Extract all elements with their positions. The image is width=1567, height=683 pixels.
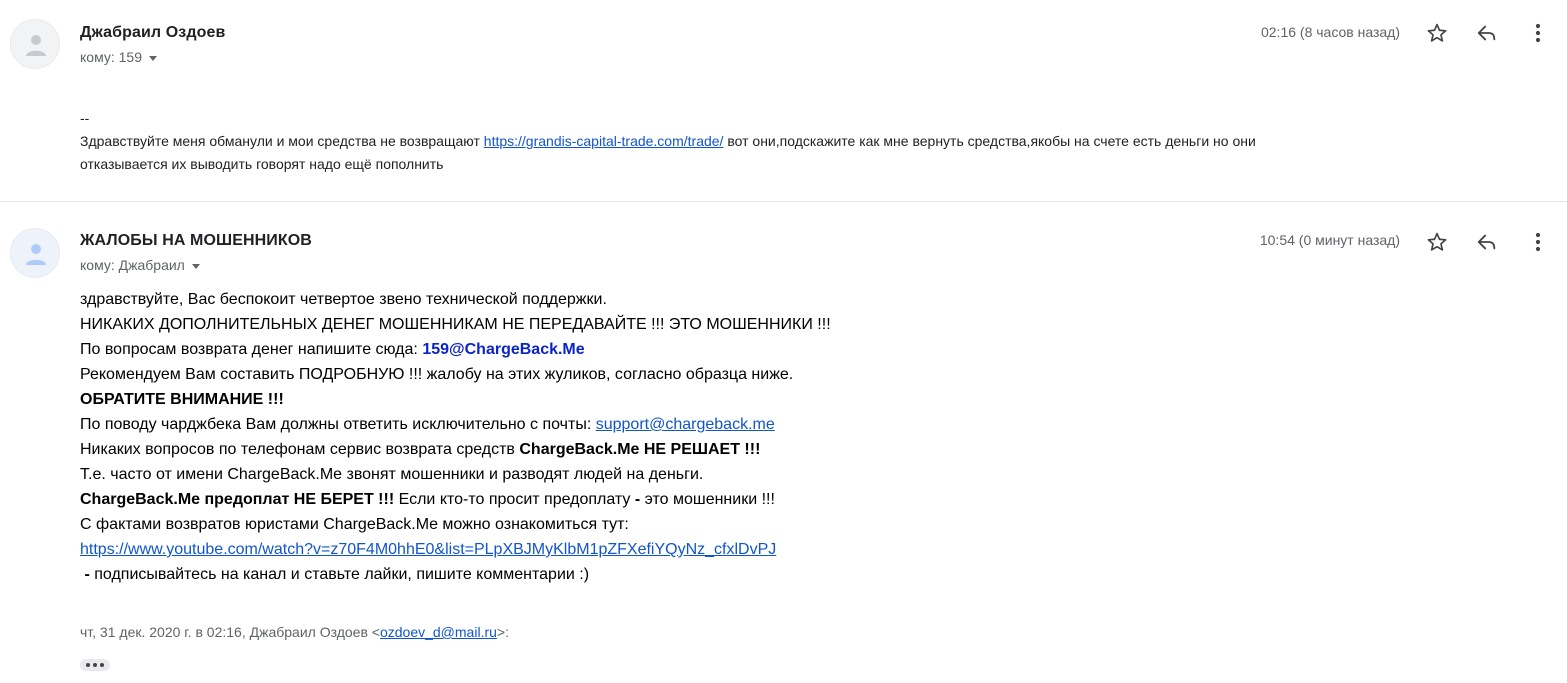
more-vert-icon — [1535, 23, 1541, 43]
contact-email[interactable]: 159@ChargeBack.Me — [422, 341, 584, 358]
recipient-label: кому: 159 — [80, 49, 142, 65]
recipient-details-toggle[interactable]: кому: Джабраил — [80, 257, 200, 273]
body-link[interactable]: https://grandis-capital-trade.com/trade/ — [484, 133, 724, 149]
support-email-link[interactable]: support@chargeback.me — [596, 416, 775, 433]
body-line: - подписывайтесь на канал и ставьте лайк… — [80, 562, 1080, 587]
show-trimmed-content-button[interactable] — [80, 659, 110, 671]
youtube-link[interactable]: https://www.youtube.com/watch?v=z70F4M0h… — [80, 541, 776, 558]
body-line: Т.е. часто от имени ChargeBack.Me звонят… — [80, 466, 704, 483]
body-line: Никаких вопросов по телефонам сервис воз… — [80, 437, 1080, 462]
chevron-down-icon[interactable] — [149, 55, 157, 61]
body-line: ОБРАТИТЕ ВНИМАНИЕ !!! — [80, 387, 1080, 412]
reply-button[interactable] — [1475, 230, 1499, 254]
person-avatar-icon — [26, 35, 46, 56]
body-line: ChargeBack.Me предоплат НЕ БЕРЕТ !!! Есл… — [80, 487, 1080, 512]
message-timestamp: 10:54 (0 минут назад) — [1259, 232, 1400, 248]
message-body: здравствуйте, Вас беспокоит четвертое зв… — [80, 287, 1080, 587]
more-options-button[interactable] — [1526, 230, 1550, 254]
body-line: Здравствуйте меня обманули и мои средств… — [80, 130, 1500, 153]
ellipsis-dot-icon — [86, 663, 90, 667]
chevron-down-icon[interactable] — [191, 263, 200, 269]
sender-name: Джабраил Оздоев — [80, 24, 226, 41]
body-text: подписывайтесь на канал и ставьте лайки,… — [89, 566, 590, 583]
body-text: По поводу чарджбека Вам должны ответить … — [80, 416, 596, 433]
body-text: Здравствуйте меня обманули и мои средств… — [80, 133, 484, 149]
email-message: Джабраил Оздоев кому: 159 02:16 (8 часов… — [0, 0, 1567, 202]
sender-avatar[interactable] — [10, 228, 60, 278]
quote-suffix: >: — [496, 624, 509, 640]
recipient-label: кому: Джабраил — [80, 257, 185, 273]
ellipsis-dot-icon — [93, 663, 97, 667]
ellipsis-dot-icon — [100, 663, 104, 667]
recipient-details-toggle[interactable]: кому: 159 — [80, 49, 157, 65]
body-line: По вопросам возврата денег напишите сюда… — [80, 337, 1080, 362]
more-options-button[interactable] — [1526, 21, 1550, 45]
body-text: По вопросам возврата денег напишите сюда… — [80, 341, 423, 358]
star-outline-icon — [1427, 232, 1447, 251]
reply-icon — [1477, 234, 1496, 250]
message-body: -- Здравствуйте меня обманули и мои сред… — [80, 107, 1500, 176]
body-text: это мошенники !!! — [640, 491, 775, 508]
body-line: https://www.youtube.com/watch?v=z70F4M0h… — [80, 537, 1080, 562]
body-line: отказывается их выводить говорят надо ещ… — [80, 156, 444, 172]
signature-dash: -- — [80, 110, 90, 126]
reply-icon — [1477, 25, 1496, 41]
reply-button[interactable] — [1475, 21, 1499, 45]
body-line: Рекомендуем Вам составить ПОДРОБНУЮ !!! … — [80, 366, 794, 383]
body-line: По поводу чарджбека Вам должны ответить … — [80, 412, 1080, 437]
body-bold-text: ChargeBack.Me предоплат НЕ БЕРЕТ !!! — [80, 491, 395, 508]
body-line: С фактами возвратов юристами ChargeBack.… — [80, 516, 629, 533]
more-vert-icon — [1535, 232, 1541, 252]
star-button[interactable] — [1425, 230, 1449, 254]
email-message: ЖАЛОБЫ НА МОШЕННИКОВ кому: Джабраил 10:5… — [0, 203, 1567, 683]
sender-avatar[interactable] — [10, 19, 60, 69]
quoted-sender-email-link[interactable]: ozdoev_d@mail.ru — [380, 624, 497, 640]
body-bold-dash: - — [80, 566, 90, 583]
sender-name: ЖАЛОБЫ НА МОШЕННИКОВ — [80, 232, 312, 249]
body-text: Никаких вопросов по телефонам сервис воз… — [80, 441, 520, 458]
quoted-message-header: чт, 31 дек. 2020 г. в 02:16, Джабраил Оз… — [80, 624, 509, 640]
star-outline-icon — [1427, 23, 1447, 42]
body-line: НИКАКИХ ДОПОЛНИТЕЛЬНЫХ ДЕНЕГ МОШЕННИКАМ … — [80, 316, 831, 333]
quote-prefix: чт, 31 дек. 2020 г. в 02:16, Джабраил Оз… — [80, 624, 380, 640]
body-line: здравствуйте, Вас беспокоит четвертое зв… — [80, 291, 607, 308]
star-button[interactable] — [1425, 21, 1449, 45]
body-text: вот они,подскажите как мне вернуть средс… — [723, 133, 1256, 149]
body-text: Если кто-то просит предоплату — [394, 491, 635, 508]
body-bold-text: ChargeBack.Me НЕ РЕШАЕТ !!! — [519, 441, 761, 458]
attention-heading: ОБРАТИТЕ ВНИМАНИЕ !!! — [80, 391, 284, 408]
message-timestamp: 02:16 (8 часов назад) — [1260, 24, 1400, 40]
person-avatar-icon — [26, 244, 46, 265]
